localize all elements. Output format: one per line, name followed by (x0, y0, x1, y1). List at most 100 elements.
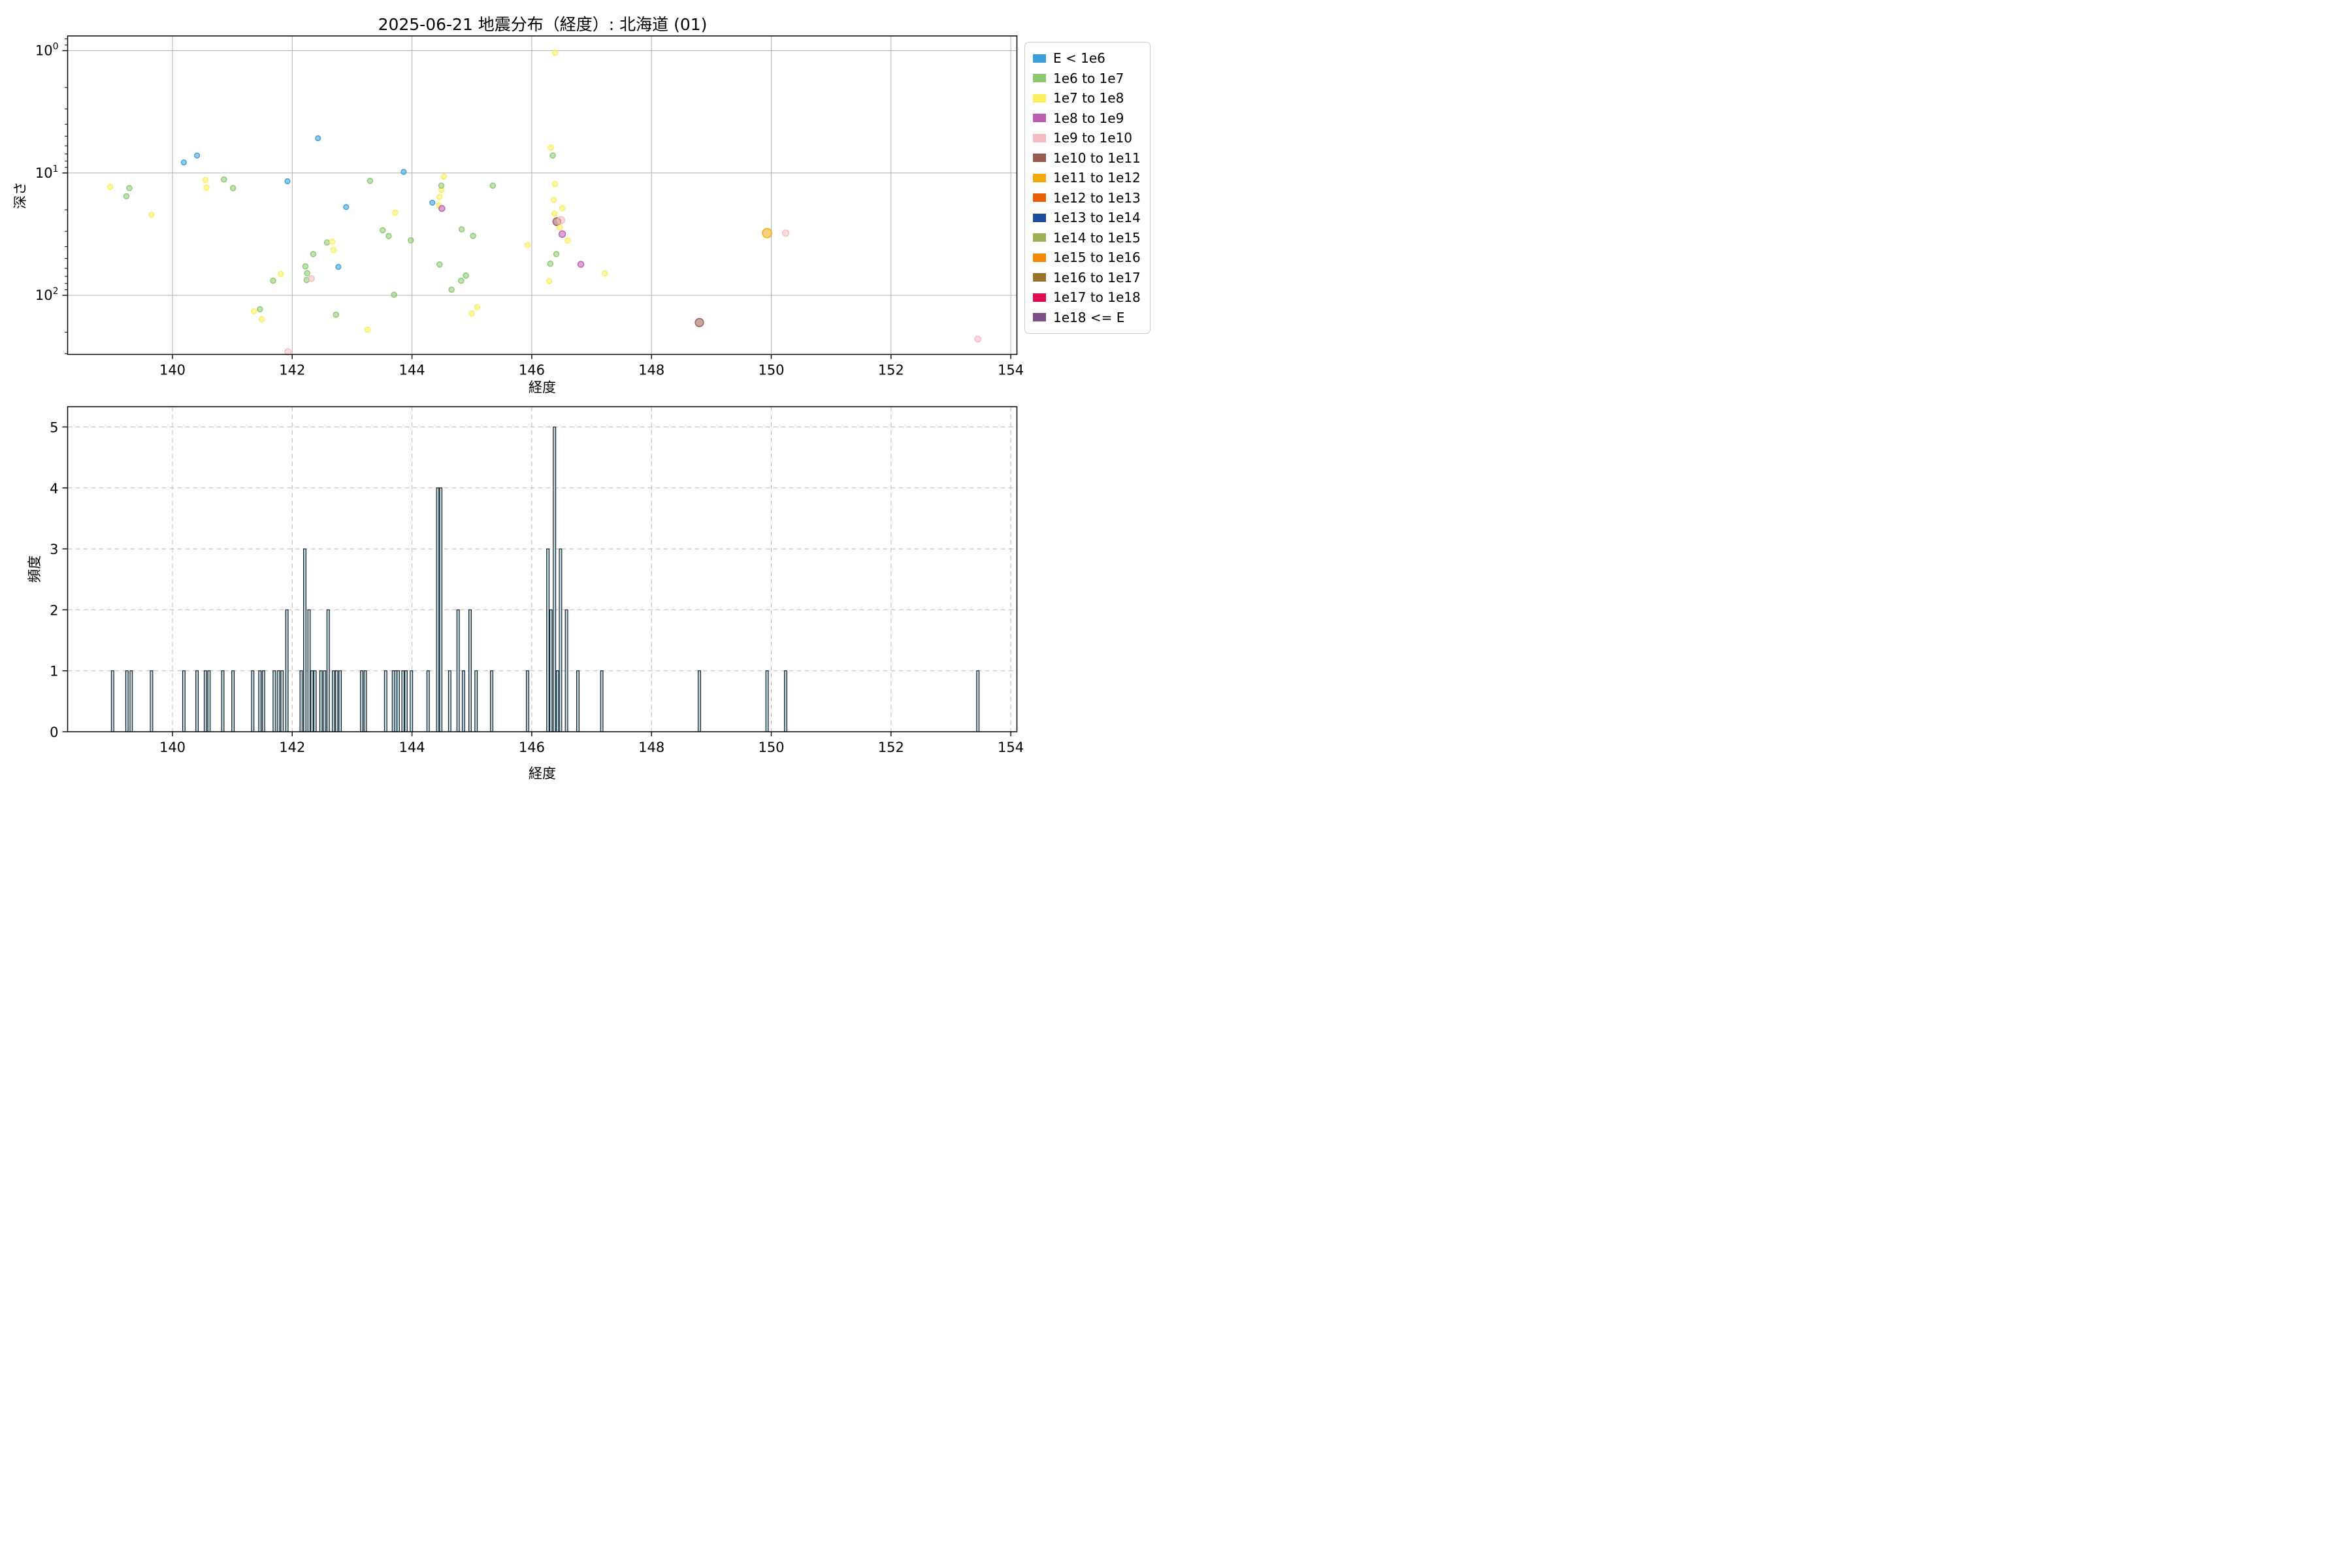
legend-swatch-icon (1033, 313, 1046, 322)
hist-bar (310, 670, 314, 732)
hist-bar (251, 670, 255, 732)
tick-label: 146 (519, 363, 545, 378)
scatter-ylabel: 深さ (12, 182, 28, 209)
scatter-point (203, 184, 210, 191)
hist-bar (384, 670, 387, 732)
scatter-point (194, 152, 201, 159)
scatter-point (391, 291, 397, 299)
scatter-point (367, 177, 374, 184)
legend-entry: 1e9 to 1e10 (1033, 128, 1141, 148)
legend-entry: 1e6 to 1e7 (1033, 69, 1141, 89)
scatter-point (106, 184, 114, 190)
tick-label: 148 (638, 740, 664, 755)
legend-entry: 1e8 to 1e9 (1033, 108, 1141, 129)
legend-entry: 1e14 to 1e15 (1033, 228, 1141, 248)
hist-bar (436, 487, 440, 732)
scatter-point (392, 209, 399, 216)
scatter-point (474, 304, 481, 310)
scatter-point (762, 227, 772, 238)
legend-label: 1e13 to 1e14 (1053, 210, 1141, 226)
hist-bar (564, 609, 568, 732)
tick-label: 150 (758, 740, 784, 755)
scatter-point (220, 176, 227, 183)
legend-label: 1e6 to 1e7 (1053, 70, 1124, 86)
hist-bar (323, 670, 327, 732)
scatter-point (278, 270, 284, 278)
legend-swatch-icon (1033, 293, 1046, 302)
scatter-point (329, 238, 336, 245)
hist-bar (553, 426, 557, 732)
tick-label: 101 (35, 164, 59, 181)
scatter-point (308, 275, 315, 282)
scatter-point (551, 180, 559, 188)
legend-swatch-icon (1033, 114, 1046, 123)
legend-swatch-icon (1033, 173, 1046, 182)
hist-xlabel: 経度 (529, 766, 556, 781)
scatter-point (202, 176, 209, 184)
scatter-point (364, 326, 371, 333)
hist-bar (765, 670, 769, 732)
hist-bar (474, 670, 478, 732)
scatter-point (429, 199, 436, 206)
hist-bar (150, 670, 154, 732)
legend-label: 1e17 to 1e18 (1053, 289, 1141, 306)
scatter-point (385, 233, 392, 240)
hist-bar (272, 670, 276, 732)
legend-label: 1e10 to 1e11 (1053, 150, 1141, 166)
hist-bar (360, 670, 364, 732)
scatter-point (524, 242, 531, 248)
hist-bar (338, 670, 342, 732)
tick-label: 0 (50, 725, 58, 740)
hist-bar (448, 670, 451, 732)
scatter-point (470, 233, 476, 239)
scatter-point (407, 237, 414, 244)
tick-label: 148 (638, 363, 664, 378)
scatter-point (551, 49, 559, 56)
scatter-point (553, 251, 560, 257)
tick-label: 152 (878, 740, 904, 755)
scatter-point (547, 260, 554, 267)
hist-bar (335, 670, 338, 732)
scatter-point (304, 270, 311, 277)
scatter-point (974, 335, 982, 343)
legend-entry: 1e15 to 1e16 (1033, 248, 1141, 268)
tick-label: 150 (758, 363, 784, 378)
legend-swatch-icon (1033, 233, 1046, 242)
histogram-plot: 140 142 144 146 148 150 152 154 0 1 2 3 4 5 (50, 406, 1024, 755)
tick-label: 142 (279, 363, 305, 378)
chart-canvas: 140 142 144 146 148 150 152 154100101102140 142 1… (35, 35, 1024, 755)
scatter-point (577, 261, 585, 268)
scatter-point (489, 182, 497, 189)
tick-label: 154 (998, 363, 1024, 378)
hist-bar (784, 670, 787, 732)
tick-label: 146 (519, 740, 545, 755)
legend-entry: 1e16 to 1e17 (1033, 268, 1141, 288)
hist-bar (285, 609, 289, 732)
legend-entry: E < 1e6 (1033, 48, 1141, 69)
hist-bar (468, 609, 472, 732)
legend-label: 1e16 to 1e17 (1053, 269, 1141, 286)
hist-bar (456, 609, 460, 732)
hist-bar (401, 670, 405, 732)
scatter-point (180, 159, 188, 166)
tick-label: 144 (399, 740, 425, 755)
tick-label: 142 (279, 740, 305, 755)
scatter-point (148, 212, 155, 218)
scatter-point (457, 277, 465, 284)
legend-entry: 1e13 to 1e14 (1033, 208, 1141, 228)
hist-bar (307, 609, 311, 732)
legend-swatch-icon (1033, 213, 1046, 222)
scatter-point (250, 308, 257, 315)
scatter-point (436, 193, 443, 201)
scatter-point (557, 224, 563, 231)
scatter-point (458, 226, 465, 233)
energy-legend: E < 1e6 1e6 to 1e7 1e7 to 1e8 1e8 to 1e9 1e9… (1024, 42, 1151, 334)
hist-bar (410, 670, 414, 732)
tick-label: 152 (878, 363, 904, 378)
legend-swatch-icon (1033, 93, 1046, 103)
tick-label: 4 (50, 481, 58, 497)
scatter-point (379, 227, 386, 234)
legend-swatch-icon (1033, 273, 1046, 282)
legend-label: 1e15 to 1e16 (1053, 250, 1141, 266)
hist-bar (559, 548, 563, 732)
